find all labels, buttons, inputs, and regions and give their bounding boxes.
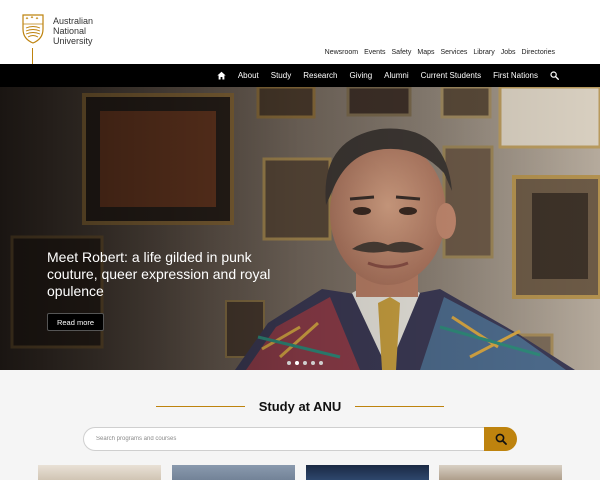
nav-item-giving[interactable]: Giving [349, 71, 372, 80]
nav-item-current-students[interactable]: Current Students [421, 71, 481, 80]
main-nav: About Study Research Giving Alumni Curre… [0, 64, 600, 87]
utility-link-jobs[interactable]: Jobs [501, 49, 516, 56]
carousel-dots [287, 361, 323, 365]
carousel-dot[interactable] [311, 361, 315, 365]
study-section: Study at ANU [0, 370, 600, 480]
carousel-dot[interactable] [303, 361, 307, 365]
university-name-line3: University [53, 36, 93, 46]
nav-item-first-nations[interactable]: First Nations [493, 71, 538, 80]
carousel-dot-active[interactable] [295, 361, 299, 365]
nav-item-study[interactable]: Study [271, 71, 291, 80]
study-card-image[interactable] [172, 465, 295, 480]
nav-item-research[interactable]: Research [303, 71, 337, 80]
study-card-image[interactable] [38, 465, 161, 480]
logo-divider [32, 48, 33, 64]
utility-link-events[interactable]: Events [364, 49, 385, 56]
nav-item-alumni[interactable]: Alumni [384, 71, 408, 80]
utility-link-library[interactable]: Library [473, 49, 494, 56]
study-heading: Study at ANU [258, 398, 342, 414]
study-card-image[interactable] [439, 465, 562, 480]
utility-link-newsroom[interactable]: Newsroom [325, 49, 358, 56]
search-icon [495, 433, 507, 445]
utility-link-maps[interactable]: Maps [417, 49, 434, 56]
program-search-input[interactable] [83, 427, 484, 451]
anu-crest-icon [22, 14, 44, 44]
program-search-button[interactable] [484, 427, 517, 451]
university-name-line1: Australian [53, 16, 94, 26]
hero-banner: Meet Robert: a life gilded in punk coutu… [0, 87, 600, 370]
carousel-dot[interactable] [319, 361, 323, 365]
search-icon[interactable] [550, 71, 559, 80]
utility-link-safety[interactable]: Safety [392, 49, 412, 56]
university-name: Australian National University [53, 14, 93, 46]
read-more-button[interactable]: Read more [47, 313, 104, 331]
study-heading-row: Study at ANU [156, 398, 445, 414]
home-icon[interactable] [217, 71, 226, 80]
heading-rule-right [355, 405, 445, 407]
carousel-dot[interactable] [287, 361, 291, 365]
heading-rule-left [156, 405, 245, 407]
site-header: Australian National University Newsroom … [0, 0, 600, 64]
hero-headline[interactable]: Meet Robert: a life gilded in punk coutu… [47, 249, 297, 300]
utility-link-services[interactable]: Services [441, 49, 468, 56]
nav-item-about[interactable]: About [238, 71, 259, 80]
utility-link-directories[interactable]: Directories [522, 49, 555, 56]
university-name-line2: National [53, 26, 87, 36]
study-card-image[interactable] [306, 465, 429, 480]
anu-logo[interactable]: Australian National University [22, 14, 93, 46]
utility-nav: Newsroom Events Safety Maps Services Lib… [325, 49, 555, 56]
